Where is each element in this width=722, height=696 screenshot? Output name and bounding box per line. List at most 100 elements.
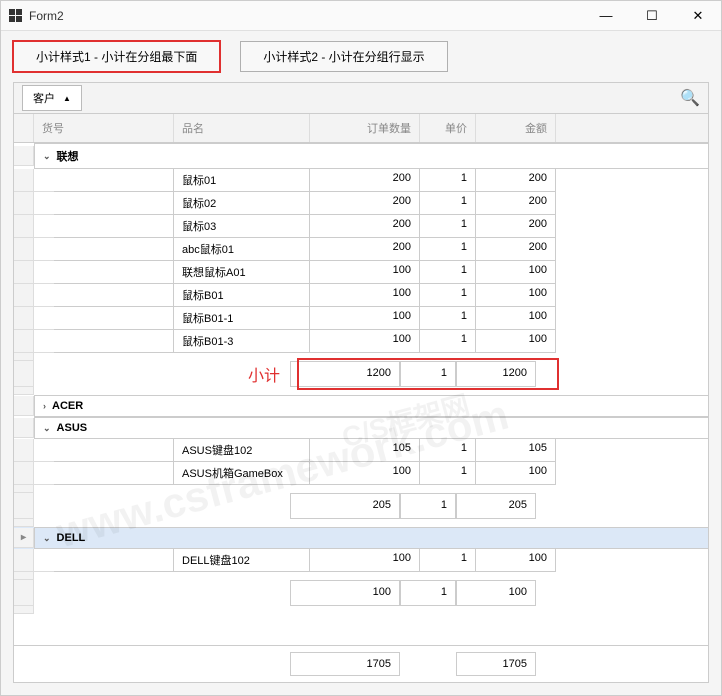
cell-sku — [54, 284, 174, 307]
toolbar: 小计样式1 - 小计在分组最下面 小计样式2 - 小计在分组行显示 — [1, 31, 721, 82]
cell-sku — [54, 307, 174, 330]
group-name: DELL — [57, 532, 86, 544]
cell-qty: 200 — [310, 238, 420, 261]
subtotal-style-1-button[interactable]: 小计样式1 - 小计在分组最下面 — [13, 41, 220, 72]
subtotal-amount: 100 — [456, 580, 536, 606]
minimize-button[interactable]: — — [583, 1, 629, 31]
cell-price: 1 — [420, 549, 476, 572]
column-header-row: 货号 品名 订单数量 单价 金额 — [14, 114, 708, 143]
chevron-icon: ⌄ — [43, 423, 51, 434]
cell-sku — [54, 261, 174, 284]
cell-qty: 100 — [310, 330, 420, 353]
content: 客户 ▲ 🔍 货号 品名 订单数量 单价 金额 ⌄联想鼠标012001200鼠标… — [1, 82, 721, 695]
window-title: Form2 — [29, 9, 583, 23]
app-icon — [9, 9, 23, 23]
grid: 货号 品名 订单数量 单价 金额 ⌄联想鼠标012001200鼠标0220012… — [13, 114, 709, 683]
cell-qty: 100 — [310, 261, 420, 284]
cell-qty: 105 — [310, 439, 420, 462]
table-row[interactable]: DELL键盘1021001100 — [14, 549, 708, 572]
subtotal-label: 小计 — [248, 362, 280, 386]
group-name: ASUS — [57, 422, 88, 434]
group-chip-customer[interactable]: 客户 ▲ — [22, 85, 82, 111]
group-name: ACER — [52, 400, 83, 412]
cell-amount: 100 — [476, 330, 556, 353]
table-row[interactable]: abc鼠标012001200 — [14, 238, 708, 261]
group-row[interactable]: ⌄联想 — [14, 143, 708, 169]
subtotal-amount: 1200 — [456, 361, 536, 387]
table-row[interactable]: ASUS机箱GameBox1001100 — [14, 462, 708, 485]
chevron-icon: ⌄ — [43, 533, 51, 544]
group-panel[interactable]: 客户 ▲ 🔍 — [13, 82, 709, 114]
subtotal-qty: 1200 — [290, 361, 400, 387]
cell-amount: 200 — [476, 192, 556, 215]
cell-price: 1 — [420, 284, 476, 307]
subtotal-price: 1 — [400, 580, 456, 606]
cell-name: DELL键盘102 — [174, 549, 310, 572]
cell-qty: 100 — [310, 549, 420, 572]
table-row[interactable]: 鼠标032001200 — [14, 215, 708, 238]
grid-body: ⌄联想鼠标012001200鼠标022001200鼠标032001200abc鼠… — [14, 143, 708, 645]
group-chip-label: 客户 — [33, 90, 55, 106]
subtotal-style-2-button[interactable]: 小计样式2 - 小计在分组行显示 — [240, 41, 447, 72]
grand-amount: 1705 — [456, 652, 536, 676]
cell-price: 1 — [420, 462, 476, 485]
cell-name: 鼠标01 — [174, 169, 310, 192]
cell-name: ASUS机箱GameBox — [174, 462, 310, 485]
subtotal-row: 1001100 — [14, 580, 708, 606]
cell-name: abc鼠标01 — [174, 238, 310, 261]
cell-amount: 100 — [476, 261, 556, 284]
cell-name: ASUS键盘102 — [174, 439, 310, 462]
table-row[interactable]: 鼠标B01-31001100 — [14, 330, 708, 353]
cell-amount: 100 — [476, 549, 556, 572]
col-header-name[interactable]: 品名 — [174, 114, 310, 142]
sort-arrow-icon: ▲ — [63, 94, 71, 103]
subtotal-amount: 205 — [456, 493, 536, 519]
grand-qty: 1705 — [290, 652, 400, 676]
cell-qty: 200 — [310, 215, 420, 238]
cell-price: 1 — [420, 169, 476, 192]
cell-name: 鼠标02 — [174, 192, 310, 215]
subtotal-qty: 205 — [290, 493, 400, 519]
col-header-price[interactable]: 单价 — [420, 114, 476, 142]
close-button[interactable]: ✕ — [675, 1, 721, 31]
cell-sku — [54, 439, 174, 462]
cell-price: 1 — [420, 439, 476, 462]
cell-price: 1 — [420, 330, 476, 353]
cell-name: 鼠标B01 — [174, 284, 310, 307]
chevron-icon: › — [43, 401, 46, 411]
cell-amount: 100 — [476, 462, 556, 485]
group-row[interactable]: ▸⌄DELL — [14, 527, 708, 549]
table-row[interactable]: 联想鼠标A011001100 — [14, 261, 708, 284]
cell-qty: 200 — [310, 192, 420, 215]
titlebar: Form2 — ☐ ✕ — [1, 1, 721, 31]
table-row[interactable]: 鼠标012001200 — [14, 169, 708, 192]
cell-price: 1 — [420, 307, 476, 330]
col-header-sku[interactable]: 货号 — [34, 114, 174, 142]
window: Form2 — ☐ ✕ 小计样式1 - 小计在分组最下面 小计样式2 - 小计在… — [0, 0, 722, 696]
cell-amount: 100 — [476, 284, 556, 307]
cell-amount: 200 — [476, 238, 556, 261]
search-icon[interactable]: 🔍 — [680, 88, 700, 108]
grand-total-row: 1705 1705 — [14, 645, 708, 682]
subtotal-row: 2051205 — [14, 493, 708, 519]
cell-qty: 200 — [310, 169, 420, 192]
col-header-amount[interactable]: 金额 — [476, 114, 556, 142]
table-row[interactable]: ASUS键盘1021051105 — [14, 439, 708, 462]
col-header-qty[interactable]: 订单数量 — [310, 114, 420, 142]
cell-sku — [54, 192, 174, 215]
cell-price: 1 — [420, 215, 476, 238]
chevron-icon: ⌄ — [43, 151, 51, 162]
cell-sku — [54, 549, 174, 572]
maximize-button[interactable]: ☐ — [629, 1, 675, 31]
group-row[interactable]: ⌄ ASUS — [14, 417, 708, 439]
table-row[interactable]: 鼠标B01-11001100 — [14, 307, 708, 330]
subtotal-price: 1 — [400, 361, 456, 387]
cell-name: 联想鼠标A01 — [174, 261, 310, 284]
group-row[interactable]: › ACER — [14, 395, 708, 417]
table-row[interactable]: 鼠标B011001100 — [14, 284, 708, 307]
cell-sku — [54, 238, 174, 261]
table-row[interactable]: 鼠标022001200 — [14, 192, 708, 215]
cell-qty: 100 — [310, 307, 420, 330]
cell-amount: 105 — [476, 439, 556, 462]
subtotal-row: 小计 120011200 — [14, 361, 708, 387]
